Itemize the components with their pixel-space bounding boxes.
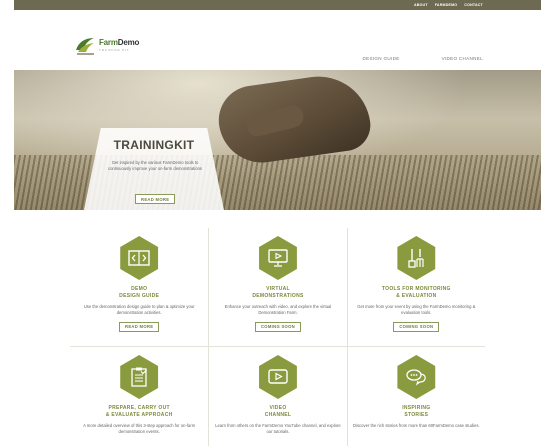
nav-design-guide[interactable]: DESIGN GUIDE [363, 56, 400, 61]
video-play-icon[interactable] [259, 355, 297, 399]
main-nav: DESIGN GUIDE VIDEO CHANNEL [363, 56, 483, 61]
monitor-play-icon[interactable] [259, 236, 297, 280]
read-more-button[interactable]: READ MORE [119, 321, 160, 332]
card-description: Use the demonstration design guide to pl… [83, 304, 195, 315]
logo-mark-icon [76, 38, 94, 55]
coming-soon-button[interactable]: COMING SOON [393, 321, 440, 332]
card-title: DEMO DESIGN GUIDE [119, 286, 160, 299]
card-title: INSPIRING STORIES [402, 405, 431, 418]
card-description: Enhance your outreach with video, and ex… [224, 304, 332, 315]
card-prepare-approach: PREPARE, CARRY OUT & EVALUATE APPROACH A … [70, 347, 208, 446]
card-inspiring-stories: INSPIRING STORIES Discover the rich stori… [346, 347, 485, 446]
top-link-contact[interactable]: CONTACT [464, 3, 483, 7]
card-title: TOOLS FOR MONITORING & EVALUATION [381, 286, 451, 299]
card-title: PREPARE, CARRY OUT & EVALUATE APPROACH [105, 405, 173, 418]
card-title: VIDEO CHANNEL [264, 405, 292, 418]
tools-icon[interactable] [397, 236, 436, 280]
card-description: A more detailed overview of this 3-step … [83, 423, 196, 434]
checklist-icon[interactable] [120, 355, 159, 399]
logo-tagline: TRAINING KIT [99, 48, 130, 52]
hero-description: Get inspired by the various FarmDemo too… [107, 160, 203, 171]
hero-title: TRAININGKIT [113, 138, 195, 152]
nav-video-channel[interactable]: VIDEO CHANNEL [442, 56, 483, 61]
top-link-farmdemo[interactable]: FARMDEMO [435, 3, 458, 7]
card-virtual-demonstrations: VIRTUAL DEMONSTRATIONS Enhance your outre… [208, 228, 346, 346]
logo-name: FarmDemo [99, 38, 140, 47]
card-description: Learn from others on the FarmDemo YouTub… [215, 423, 341, 434]
top-utility-bar: ABOUT FARMDEMO CONTACT [14, 0, 541, 10]
card-description: Discover the rich stories from more than… [353, 423, 480, 428]
tools-grid: DEMO DESIGN GUIDE Use the demonstration d… [70, 228, 485, 446]
site-logo[interactable]: FarmDemo TRAINING KIT [74, 34, 139, 56]
speech-bubbles-icon[interactable] [397, 355, 436, 399]
top-link-about[interactable]: ABOUT [414, 3, 428, 7]
card-demo-design-guide: DEMO DESIGN GUIDE Use the demonstration d… [70, 228, 208, 346]
site-header: FarmDemo TRAINING KIT DESIGN GUIDE VIDEO… [14, 10, 541, 70]
card-title: VIRTUAL DEMONSTRATIONS [252, 286, 304, 299]
hero-read-more-button[interactable]: READ MORE [135, 194, 176, 204]
card-description: Get more from your event by using the Fa… [357, 304, 476, 315]
coming-soon-button[interactable]: COMING SOON [254, 321, 301, 332]
design-guide-icon[interactable] [120, 236, 159, 280]
hero-banner: TRAININGKIT Get inspired by the various … [14, 70, 541, 210]
card-tools-monitoring: TOOLS FOR MONITORING & EVALUATION Get mor… [346, 228, 485, 346]
card-video-channel: VIDEO CHANNEL Learn from others on the Fa… [208, 347, 346, 446]
